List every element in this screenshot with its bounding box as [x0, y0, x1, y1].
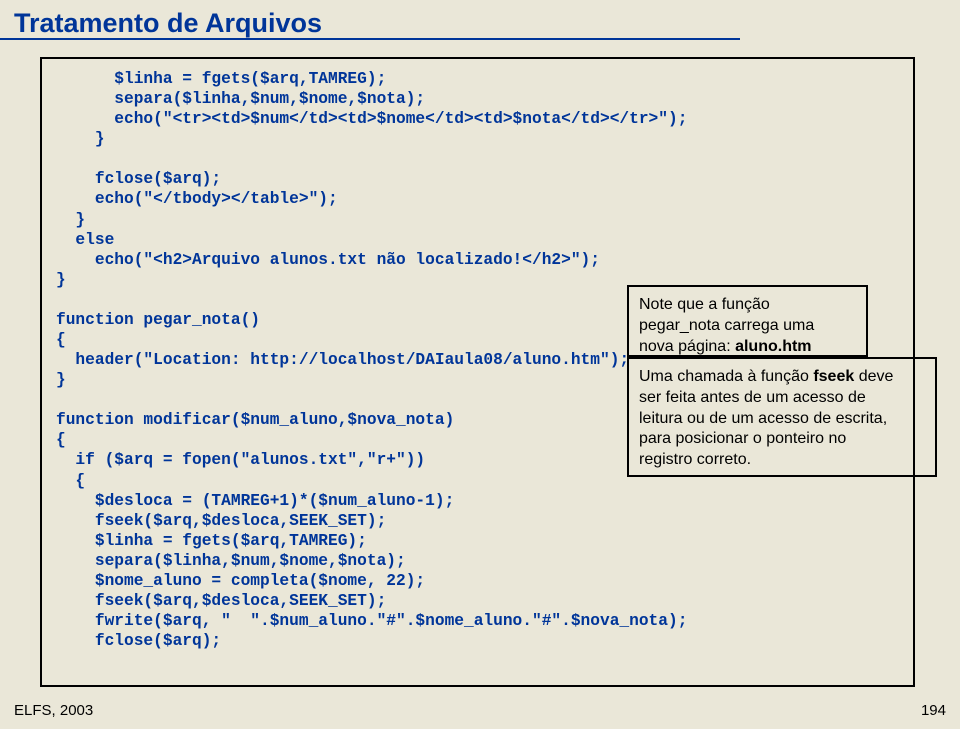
callout1-line1: Note que a função: [639, 296, 770, 313]
callout2-line1c: deve: [854, 368, 893, 385]
callout2-line1b: fseek: [813, 368, 854, 385]
callout-note-2: Uma chamada à função fseek deve ser feit…: [627, 357, 937, 477]
page-title: Tratamento de Arquivos: [0, 0, 960, 39]
callout-note-1: Note que a função pegar_nota carrega uma…: [627, 285, 868, 357]
callout2-line1a: Uma chamada à função: [639, 368, 813, 385]
callout1-line2: pegar_nota carrega uma: [639, 317, 814, 334]
footer-right: 194: [921, 702, 946, 719]
callout2-line4: para posicionar o ponteiro no: [639, 430, 846, 447]
callout2-line5: registro correto.: [639, 451, 751, 468]
callout2-line3: leitura ou de um acesso de escrita,: [639, 410, 887, 427]
callout1-line3a: nova página:: [639, 338, 735, 355]
footer-left: ELFS, 2003: [14, 702, 93, 719]
callout2-line2: ser feita antes de um acesso de: [639, 389, 866, 406]
title-underline: [0, 38, 740, 40]
callout1-line3b: aluno.htm: [735, 338, 811, 355]
